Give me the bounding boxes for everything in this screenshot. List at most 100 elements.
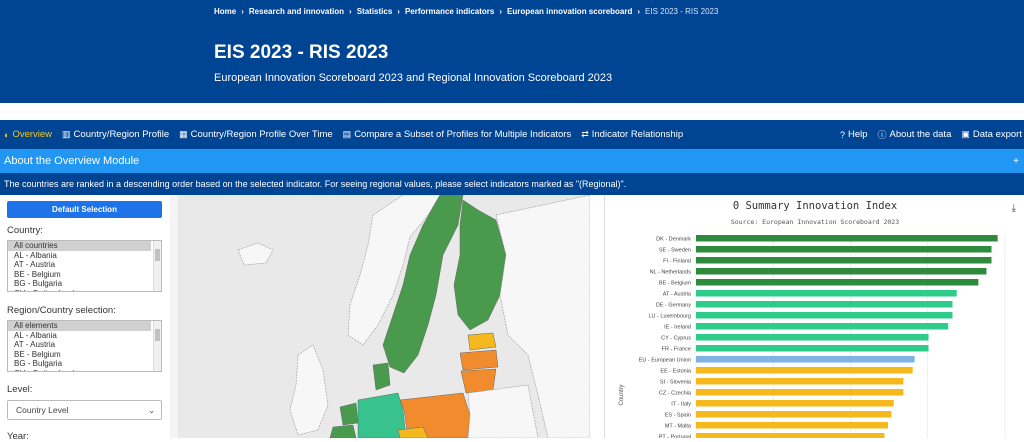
list-option[interactable]: BG - Bulgaria [8,279,161,289]
bar[interactable] [696,345,929,352]
bar[interactable] [696,378,904,385]
region-listbox[interactable]: All elements AL - Albania AT - Austria BE -… [7,320,162,372]
nav-overview[interactable]: ◐ Overview [4,129,52,140]
y-axis-label: Country [619,384,625,405]
info-banner: The countries are ranked in a descending… [0,173,1024,195]
list-option[interactable]: AL - Albania [8,331,161,341]
bar[interactable] [696,367,913,374]
bar[interactable] [696,290,957,297]
map-belarus [467,384,539,438]
question-icon: ? [839,129,845,140]
category-label: ES - Spain [665,413,691,419]
breadcrumb-item[interactable]: European innovation scoreboard [507,7,632,16]
header-gap [0,103,1024,120]
list-option[interactable]: All elements [8,321,151,331]
nav-about-data[interactable]: ⓘ About the data [878,128,952,141]
about-module-label: About the Overview Module [4,155,140,167]
bar[interactable] [696,246,992,253]
ranking-chart-panel: 0 Summary Innovation Index Source: Europ… [604,195,1024,438]
plus-icon[interactable]: + [1013,156,1019,167]
category-label: FI - Finland [663,259,691,265]
list-option[interactable]: BG - Bulgaria [8,359,161,369]
map-latvia [459,349,499,371]
list-option[interactable]: CH - Switzerland [8,369,161,372]
bar[interactable] [696,400,894,407]
chevron-down-icon: ⌄ [148,405,155,415]
bar[interactable] [696,279,979,286]
list-option[interactable]: AT - Austria [8,260,161,270]
bar[interactable] [696,301,953,308]
list-option[interactable]: AL - Albania [8,251,161,261]
bar[interactable] [696,422,888,429]
breadcrumb-item[interactable]: Home [214,7,236,16]
info-icon: ⓘ [877,130,887,140]
map-lithuania [460,368,497,394]
bar[interactable] [696,411,892,418]
bar[interactable] [696,433,885,438]
category-label: SI - Slovenia [660,380,692,386]
page-subtitle: European Innovation Scoreboard 2023 and … [214,72,613,84]
list-option[interactable]: All countries [8,241,151,251]
bar[interactable] [696,235,998,242]
category-label: LU - Luxembourg [649,314,692,320]
chart-divider [590,195,604,438]
region-listbox-scrollbar[interactable] [153,321,161,371]
nav-country-region-profile[interactable]: ▥ Country/Region Profile [62,129,169,140]
breadcrumb-item[interactable]: Statistics [357,7,393,16]
sidebar-divider [170,195,178,438]
list-option[interactable]: BE - Belgium [8,270,161,280]
level-select[interactable]: Country Level ⌄ [7,400,162,420]
chart-icon: ▤ [342,129,352,139]
map-estonia [467,332,497,351]
breadcrumb: Home › Research and innovation › Statistics ›… [214,7,719,16]
calendar-icon: ▦ [179,129,188,139]
category-label: IT - Italy [671,402,691,408]
category-label: IE - Ireland [664,325,691,331]
nav-right-group: ? Help ⓘ About the data ▣ Data export [832,128,1024,141]
level-label: Level: [7,384,33,395]
bar[interactable] [696,323,949,330]
breadcrumb-item: EIS 2023 - RIS 2023 [645,7,719,16]
map-netherlands [339,402,359,426]
nav-data-export[interactable]: ▣ Data export [961,128,1022,141]
compass-icon: ◐ [4,129,10,140]
default-selection-button[interactable]: Default Selection [7,201,162,218]
module-navbar: ◐ Overview ▥ Country/Region Profile ▦ Count… [0,120,1024,149]
exchange-icon: ⇄ [581,129,589,139]
bar[interactable] [696,356,915,363]
bar[interactable] [696,257,992,264]
category-label: PT - Portugal [659,435,691,439]
region-label: Region/Country selection: [7,305,116,316]
map-belgium [329,424,357,438]
breadcrumb-item[interactable]: Performance indicators [405,7,494,16]
nav-indicator-relationship[interactable]: ⇄ Indicator Relationship [581,129,683,140]
breadcrumb-item[interactable]: Research and innovation [249,7,344,16]
nav-compare-subset[interactable]: ▤ Compare a Subset of Profiles for Multip… [343,129,572,140]
europe-map[interactable] [178,195,590,438]
map-denmark [372,362,391,391]
about-module-toggle[interactable]: About the Overview Module + [0,149,1024,173]
nav-profile-over-time[interactable]: ▦ Country/Region Profile Over Time [179,129,333,140]
bar[interactable] [696,312,953,319]
category-label: DK - Denmark [656,237,691,243]
country-listbox-scrollbar[interactable] [153,241,161,291]
bar[interactable] [696,268,987,275]
filter-sidebar: Default Selection Country: All countries… [0,195,170,442]
list-option[interactable]: AT - Austria [8,340,161,350]
category-label: AT - Austria [663,292,692,298]
category-label: CZ - Czechia [659,391,692,397]
info-text: The countries are ranked in a descending… [4,179,627,189]
list-option[interactable]: BE - Belgium [8,350,161,360]
nav-help[interactable]: ? Help [840,128,868,141]
country-listbox[interactable]: All countries AL - Albania AT - Austria BE … [7,240,162,292]
page-header: Home › Research and innovation › Statistics ›… [0,0,1024,103]
bar-chart-svg: DK - Denmark SE - Sweden FI - Finland NL - … [619,235,1006,439]
category-label: EU - European Union [639,358,691,364]
category-label: EE - Estonia [660,369,692,375]
category-label: NL - Netherlands [650,270,692,276]
bar[interactable] [696,334,929,341]
bar[interactable] [696,389,904,396]
category-label: MT - Malta [665,424,692,430]
list-option[interactable]: CH - Switzerland [8,289,161,292]
map-svg [178,195,590,438]
